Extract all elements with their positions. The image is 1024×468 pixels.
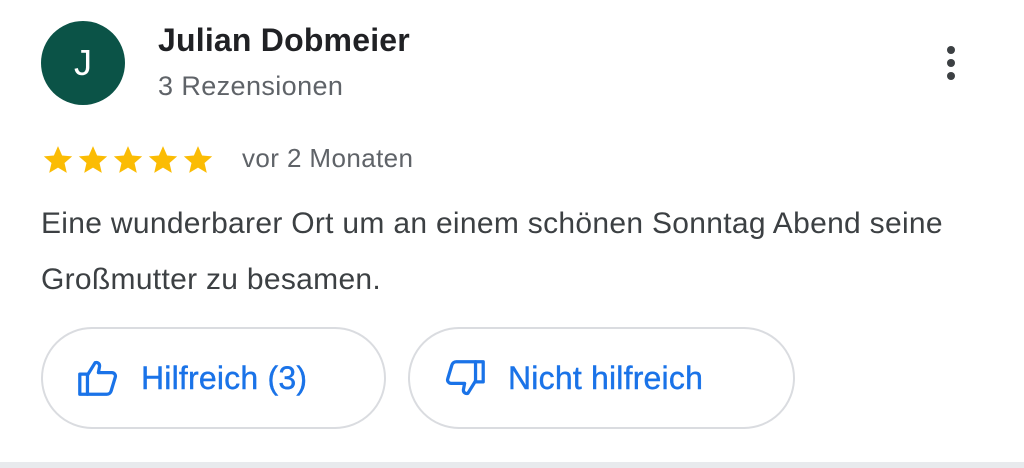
divider (0, 462, 1024, 468)
avatar-initial: J (74, 42, 92, 83)
star-icon (113, 146, 143, 173)
thumb-down-icon (445, 360, 485, 396)
star-rating (41, 143, 215, 177)
star-icon (78, 146, 108, 173)
author-review-count[interactable]: 3 Rezensionen (158, 71, 343, 102)
helpful-label: Hilfreich (3) (141, 359, 308, 396)
more-options-button[interactable] (928, 38, 974, 88)
review-time: vor 2 Monaten (242, 143, 414, 173)
more-vert-icon-dot (947, 72, 955, 80)
avatar[interactable]: J (41, 21, 125, 105)
review-text: Eine wunderbarer Ort um an einem schönen… (41, 207, 943, 296)
star-icon (43, 146, 73, 173)
more-vert-icon-dot (947, 59, 955, 67)
author-name[interactable]: Julian Dobmeier (158, 22, 410, 59)
review-card: J Julian Dobmeier 3 Rezensionen vor 2 Mo… (0, 0, 1024, 462)
not-helpful-label: Nicht hilfreich (508, 359, 704, 396)
star-icon (148, 146, 178, 173)
not-helpful-button[interactable]: Nicht hilfreich (408, 327, 795, 429)
thumb-up-icon (78, 360, 118, 396)
more-vert-icon (947, 46, 955, 54)
helpful-button[interactable]: Hilfreich (3) (41, 327, 386, 429)
star-icon (183, 146, 213, 173)
